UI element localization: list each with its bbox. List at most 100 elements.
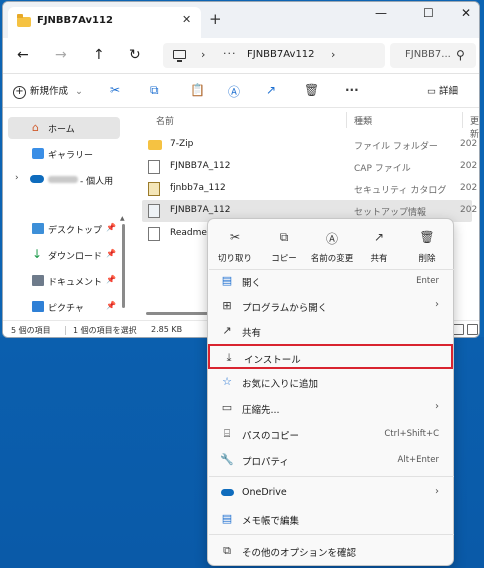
new-tab-button[interactable]: + bbox=[209, 10, 222, 28]
zip-folder-icon: ▭ bbox=[221, 401, 233, 414]
address-bar-row: ← → ↑ ↻ › ··· FJNBB7Av112 › FJNBB7... ⚲ bbox=[3, 38, 479, 74]
tab-close-icon[interactable]: ✕ bbox=[182, 13, 191, 26]
column-divider[interactable] bbox=[346, 112, 347, 128]
rename-button[interactable]: Ⓐ 名前の変更 bbox=[309, 225, 355, 265]
details-pane-icon: ▭ bbox=[427, 86, 439, 97]
menu-item-open-with[interactable]: ⊞ プログラムから開く › bbox=[212, 294, 449, 319]
sidebar-item-onedrive[interactable]: › - 個人用 bbox=[8, 169, 120, 191]
menu-item-properties[interactable]: 🔧 プロパティ Alt+Enter bbox=[212, 448, 449, 473]
navigation-pane: ▲ ⌂ ホーム ギャラリー › - 個人用 デスクトップ 📌 ↓ ダウンロード … bbox=[3, 108, 127, 316]
document-icon bbox=[32, 275, 44, 286]
menu-item-share[interactable]: ↗ 共有 bbox=[212, 319, 449, 344]
scroll-up-arrow-icon[interactable]: ▲ bbox=[120, 215, 125, 222]
share-button[interactable]: ↗ 共有 bbox=[356, 225, 402, 265]
sidebar-item-documents[interactable]: ドキュメント 📌 bbox=[8, 270, 120, 292]
tiles-view-icon[interactable] bbox=[467, 324, 478, 335]
sidebar-item-gallery[interactable]: ギャラリー bbox=[8, 143, 120, 165]
chevron-down-icon: ⌄ bbox=[75, 86, 84, 97]
menu-item-label: その他のオプションを確認 bbox=[242, 548, 357, 559]
notepad-icon: ▤ bbox=[221, 512, 233, 525]
column-header-type[interactable]: 種類 bbox=[354, 114, 372, 127]
delete-button[interactable]: 🗑 削除 bbox=[404, 225, 450, 265]
catalog-icon bbox=[148, 182, 160, 196]
pin-icon: 📌 bbox=[106, 249, 116, 258]
horizontal-scrollbar[interactable] bbox=[146, 312, 208, 315]
menu-item-add-favorite[interactable]: ☆ お気に入りに追加 bbox=[212, 370, 449, 395]
menu-item-more-options[interactable]: ⧉ その他のオプションを確認 bbox=[212, 539, 449, 564]
new-button[interactable]: + 新規作成 ⌄ bbox=[13, 83, 83, 99]
close-button[interactable]: ✕ bbox=[461, 6, 471, 20]
search-placeholder: FJNBB7... bbox=[405, 49, 451, 60]
copy-button[interactable]: ⧉ コピー bbox=[261, 225, 307, 265]
share-icon[interactable]: ↗ bbox=[266, 83, 276, 97]
menu-item-compress[interactable]: ▭ 圧縮先... › bbox=[212, 396, 449, 421]
file-type: CAP ファイル bbox=[354, 164, 411, 174]
menu-item-onedrive[interactable]: OneDrive › bbox=[212, 481, 449, 506]
onedrive-icon bbox=[220, 486, 234, 500]
sidebar-item-label: ホーム bbox=[48, 125, 75, 135]
pc-icon bbox=[173, 50, 186, 62]
file-name: Readme bbox=[170, 228, 207, 238]
column-divider[interactable] bbox=[462, 112, 463, 128]
cut-icon[interactable]: ✂ bbox=[110, 83, 120, 97]
forward-arrow-icon[interactable]: → bbox=[55, 47, 67, 63]
sidebar-scrollbar[interactable] bbox=[122, 224, 125, 308]
menu-item-label: OneDrive bbox=[242, 487, 287, 498]
up-arrow-icon[interactable]: ↑ bbox=[93, 47, 105, 63]
status-divider bbox=[65, 326, 66, 335]
tab-active[interactable]: FJNBB7Av112 ✕ bbox=[8, 7, 201, 38]
wrench-icon: 🔧 bbox=[220, 453, 234, 466]
search-input[interactable]: FJNBB7... ⚲ bbox=[390, 43, 476, 68]
maximize-button[interactable]: ☐ bbox=[423, 6, 434, 20]
file-date: 202 bbox=[460, 139, 478, 149]
paste-icon[interactable]: 📋 bbox=[190, 83, 205, 97]
menu-item-label: お気に入りに追加 bbox=[242, 379, 319, 390]
refresh-icon[interactable]: ↻ bbox=[129, 47, 141, 63]
file-row[interactable]: fjnbb7a_112 セキュリティ カタログ 202 bbox=[142, 178, 477, 200]
copy-icon[interactable]: ⧉ bbox=[150, 83, 159, 98]
menu-item-open[interactable]: ▤ 開く Enter bbox=[212, 269, 449, 294]
chevron-right-icon: › bbox=[435, 401, 439, 412]
sidebar-item-downloads[interactable]: ↓ ダウンロード 📌 bbox=[8, 244, 120, 266]
chevron-right-icon[interactable]: › bbox=[15, 173, 19, 183]
path-overflow-button[interactable]: ··· bbox=[223, 47, 237, 60]
file-type: セキュリティ カタログ bbox=[354, 186, 447, 196]
delete-icon[interactable]: 🗑 bbox=[304, 83, 319, 97]
back-arrow-icon[interactable]: ← bbox=[17, 47, 29, 63]
sidebar-item-desktop[interactable]: デスクトップ 📌 bbox=[8, 218, 120, 240]
menu-item-install[interactable]: ⤓ インストール bbox=[208, 344, 453, 369]
star-icon: ☆ bbox=[222, 375, 232, 388]
more-options-button[interactable]: ··· bbox=[345, 83, 359, 97]
details-button[interactable]: ▭ 詳細 bbox=[427, 83, 458, 97]
breadcrumb-current[interactable]: FJNBB7Av112 bbox=[247, 49, 315, 60]
copy-icon: ⧉ bbox=[279, 230, 289, 244]
details-view-icon[interactable] bbox=[453, 324, 464, 335]
cut-button[interactable]: ✂ 切り取り bbox=[212, 225, 258, 265]
rename-icon[interactable]: Ⓐ bbox=[228, 83, 240, 100]
install-icon: ⤓ bbox=[226, 351, 232, 364]
sidebar-item-label: ピクチャ bbox=[48, 304, 84, 314]
plus-icon: + bbox=[13, 86, 26, 99]
cut-icon: ✂ bbox=[229, 230, 241, 244]
chevron-right-icon: › bbox=[435, 299, 439, 310]
more-options-icon: ⧉ bbox=[223, 544, 231, 557]
menu-item-shortcut: Ctrl+Shift+C bbox=[384, 429, 439, 439]
column-header-name[interactable]: 名前 bbox=[156, 114, 174, 127]
menu-item-copy-path[interactable]: ⌸ パスのコピー Ctrl+Shift+C bbox=[212, 422, 449, 447]
file-row[interactable]: 7-Zip ファイル フォルダー 202 bbox=[142, 134, 477, 156]
details-label: 詳細 bbox=[439, 86, 459, 97]
file-name: 7-Zip bbox=[170, 139, 194, 149]
minimize-button[interactable]: — bbox=[375, 6, 387, 20]
desktop-icon bbox=[32, 223, 44, 234]
quick-action-label: 削除 bbox=[418, 254, 436, 264]
file-row[interactable]: FJNBB7A_112 CAP ファイル 202 bbox=[142, 156, 477, 178]
share-icon: ↗ bbox=[222, 324, 232, 337]
address-field[interactable]: › ··· FJNBB7Av112 › bbox=[163, 43, 385, 68]
gallery-icon bbox=[32, 148, 44, 159]
file-name: fjnbb7a_112 bbox=[170, 183, 226, 193]
sidebar-item-home[interactable]: ⌂ ホーム bbox=[8, 117, 120, 139]
menu-item-edit-notepad[interactable]: ▤ メモ帳で編集 bbox=[212, 507, 449, 532]
sidebar-item-pictures[interactable]: ピクチャ 📌 bbox=[8, 296, 120, 318]
menu-item-label: メモ帳で編集 bbox=[242, 516, 300, 527]
menu-item-label: 開く bbox=[242, 278, 262, 289]
